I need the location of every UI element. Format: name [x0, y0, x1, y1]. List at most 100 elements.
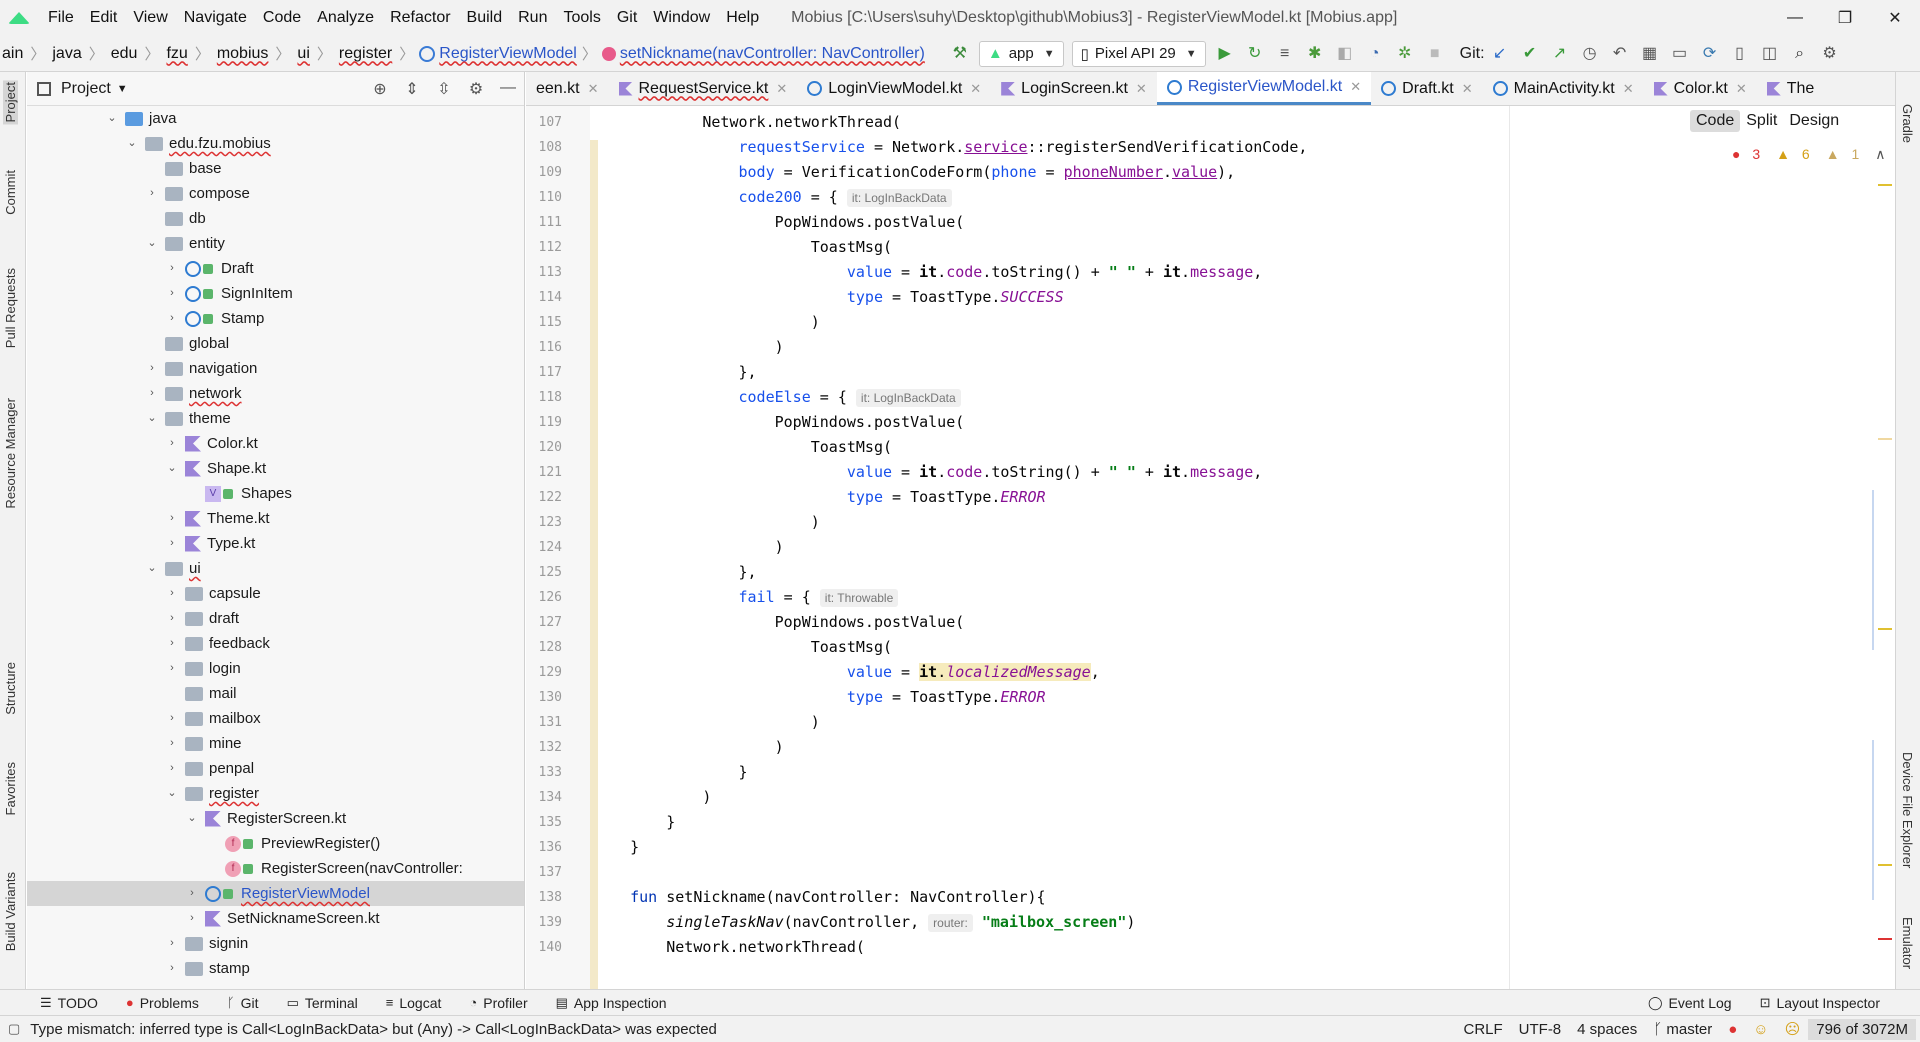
chevron-down-icon[interactable]: ⌄: [145, 556, 159, 581]
minimize-button[interactable]: —: [1770, 9, 1820, 27]
git-commit-icon[interactable]: ✔: [1519, 43, 1541, 65]
close-tab-icon[interactable]: ✕: [970, 81, 981, 97]
menu-edit[interactable]: Edit: [82, 0, 126, 36]
line-number[interactable]: 136: [526, 835, 562, 860]
breadcrumb-register[interactable]: register: [337, 45, 394, 63]
line-number[interactable]: 125: [526, 560, 562, 585]
tool-terminal[interactable]: ▭ Terminal: [273, 995, 372, 1011]
apply-code-changes-icon[interactable]: ≡: [1274, 43, 1296, 65]
breadcrumb-java[interactable]: java: [50, 45, 83, 63]
scroll-marker[interactable]: [1878, 628, 1892, 630]
tree-item[interactable]: ⌄ entity: [27, 231, 524, 256]
chevron-right-icon[interactable]: ›: [145, 356, 159, 381]
tree-item[interactable]: › login: [27, 656, 524, 681]
close-window-button[interactable]: ✕: [1870, 8, 1920, 28]
tree-item[interactable]: › navigation: [27, 356, 524, 381]
git-push-icon[interactable]: ↗: [1549, 43, 1571, 65]
chevron-right-icon[interactable]: ›: [165, 656, 179, 681]
line-number[interactable]: 130: [526, 685, 562, 710]
editor-tab[interactable]: The: [1757, 72, 1825, 105]
tool-tab-project[interactable]: Project: [3, 80, 18, 125]
hide-icon[interactable]: —: [492, 79, 524, 99]
chevron-down-icon[interactable]: ⌄: [125, 131, 139, 156]
error-icon[interactable]: ●: [1720, 1021, 1745, 1038]
indent-setting[interactable]: 4 spaces: [1569, 1021, 1645, 1038]
tree-item[interactable]: ⌄ register: [27, 781, 524, 806]
menu-refactor[interactable]: Refactor: [382, 0, 458, 36]
tree-item[interactable]: › penpal: [27, 756, 524, 781]
chevron-right-icon[interactable]: ›: [165, 956, 179, 981]
chevron-right-icon[interactable]: ›: [165, 706, 179, 731]
tree-item[interactable]: › network: [27, 381, 524, 406]
tree-item[interactable]: › draft: [27, 606, 524, 631]
scroll-marker[interactable]: [1878, 864, 1892, 866]
chevron-right-icon[interactable]: ›: [165, 731, 179, 756]
line-separator[interactable]: CRLF: [1455, 1021, 1510, 1038]
chevron-down-icon[interactable]: ▼: [117, 83, 128, 95]
tool-profiler[interactable]: ◔ Profiler: [455, 995, 541, 1011]
chevron-right-icon[interactable]: ›: [185, 906, 199, 931]
chevron-right-icon[interactable]: ›: [165, 281, 179, 306]
tree-item[interactable]: ⌄ edu.fzu.mobius: [27, 131, 524, 156]
gear-icon[interactable]: ⚙: [460, 79, 492, 99]
avd-manager-icon[interactable]: ▯: [1729, 43, 1751, 65]
tool-tab-structure[interactable]: Structure: [3, 662, 18, 715]
tool-todo[interactable]: ☰ TODO: [26, 995, 112, 1011]
breadcrumb-fzu[interactable]: fzu: [164, 45, 189, 63]
sync-gradle-icon[interactable]: ⟳: [1699, 43, 1721, 65]
debug-icon[interactable]: ✱: [1304, 43, 1326, 65]
tree-item[interactable]: › Theme.kt: [27, 506, 524, 531]
breadcrumb-ui[interactable]: ui: [295, 45, 311, 63]
line-number[interactable]: 135: [526, 810, 562, 835]
close-tab-icon[interactable]: ✕: [1736, 81, 1747, 97]
line-number[interactable]: 119: [526, 410, 562, 435]
inspection-widget[interactable]: ● 3 ▲ 6 ▲ 1 ∧ ∨: [1732, 146, 1912, 163]
chevron-down-icon[interactable]: ⌄: [165, 456, 179, 481]
tree-item[interactable]: f PreviewRegister(): [27, 831, 524, 856]
tool-app-inspection[interactable]: ▤ App Inspection: [542, 995, 681, 1011]
line-number[interactable]: 107: [526, 110, 562, 135]
view-split-button[interactable]: Split: [1740, 110, 1783, 132]
chevron-up-icon[interactable]: ∧: [1875, 146, 1885, 163]
line-number[interactable]: 110: [526, 185, 562, 210]
scroll-marker[interactable]: [1872, 740, 1874, 900]
menu-run[interactable]: Run: [510, 0, 555, 36]
line-number[interactable]: 118: [526, 385, 562, 410]
tree-item[interactable]: f RegisterScreen(navController:: [27, 856, 524, 881]
line-number[interactable]: 114: [526, 285, 562, 310]
project-panel-title[interactable]: Project: [61, 80, 111, 98]
attach-debugger-icon[interactable]: ✲: [1394, 43, 1416, 65]
locate-icon[interactable]: ⊕: [364, 79, 396, 99]
coverage-icon[interactable]: ◧: [1334, 43, 1356, 65]
tree-item[interactable]: › capsule: [27, 581, 524, 606]
menu-navigate[interactable]: Navigate: [176, 0, 255, 36]
tree-item[interactable]: ⌄ Shape.kt: [27, 456, 524, 481]
line-number[interactable]: 140: [526, 935, 562, 960]
tree-item[interactable]: › Color.kt: [27, 431, 524, 456]
close-tab-icon[interactable]: ✕: [1462, 81, 1473, 97]
file-encoding[interactable]: UTF-8: [1511, 1021, 1570, 1038]
tree-item[interactable]: › mine: [27, 731, 524, 756]
line-number[interactable]: 108: [526, 135, 562, 160]
menu-git[interactable]: Git: [609, 0, 645, 36]
close-tab-icon[interactable]: ✕: [1350, 79, 1361, 95]
line-number[interactable]: 129: [526, 660, 562, 685]
line-number[interactable]: 134: [526, 785, 562, 810]
profile-icon[interactable]: ◔: [1364, 43, 1386, 65]
project-structure-icon[interactable]: ▦: [1639, 43, 1661, 65]
collapse-all-icon[interactable]: ⇳: [428, 79, 460, 99]
scroll-marker[interactable]: [1878, 438, 1892, 440]
line-number[interactable]: 120: [526, 435, 562, 460]
tool-tab-gradle[interactable]: Gradle: [1900, 104, 1915, 143]
close-tab-icon[interactable]: ✕: [1623, 81, 1634, 97]
tree-item[interactable]: db: [27, 206, 524, 231]
tool-git[interactable]: ᚴ Git: [213, 995, 273, 1011]
tree-item[interactable]: ⌄ java: [27, 106, 524, 131]
tree-item[interactable]: mail: [27, 681, 524, 706]
restore-button[interactable]: ❐: [1820, 8, 1870, 28]
tree-item[interactable]: V Shapes: [27, 481, 524, 506]
tree-item[interactable]: › signin: [27, 931, 524, 956]
tree-item[interactable]: › compose: [27, 181, 524, 206]
memory-indicator[interactable]: 796 of 3072M: [1808, 1018, 1916, 1040]
close-tab-icon[interactable]: ✕: [1136, 81, 1147, 97]
